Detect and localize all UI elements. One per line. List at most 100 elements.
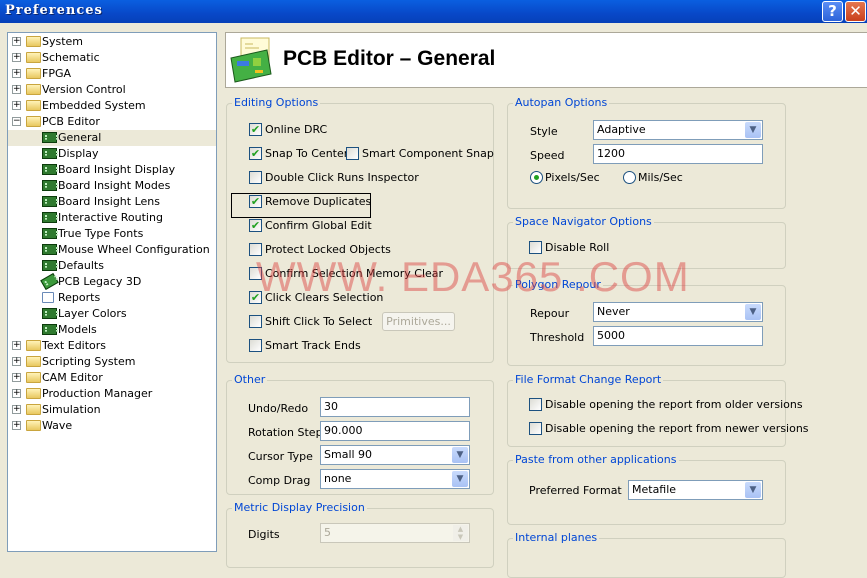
tree-item[interactable]: + FPGA xyxy=(8,66,216,82)
expand-icon[interactable]: + xyxy=(12,69,21,78)
checkbox-confirm-selection-memory-clear[interactable]: Confirm Selection Memory Clear xyxy=(249,267,443,281)
highlight-annotation xyxy=(231,193,371,218)
checkbox-label: Snap To Center xyxy=(265,147,349,160)
help-button[interactable]: ? xyxy=(822,1,843,22)
tree-item[interactable]: Display xyxy=(8,146,216,162)
checkbox-confirm-global-edit[interactable]: ✔ Confirm Global Edit xyxy=(249,219,372,233)
radio-selected-icon[interactable] xyxy=(530,171,543,184)
comp-drag-select[interactable]: none ▼ xyxy=(320,469,470,489)
speed-input[interactable]: 1200 xyxy=(593,144,763,164)
tree-item[interactable]: + Schematic xyxy=(8,50,216,66)
tree-item[interactable]: PCB Legacy 3D xyxy=(8,272,216,291)
rotation-label: Rotation Step xyxy=(248,426,323,439)
tree-item[interactable]: + Simulation xyxy=(8,402,216,418)
expand-icon[interactable]: + xyxy=(12,389,21,398)
rotation-input[interactable]: 90.000 xyxy=(320,421,470,441)
radio-mils-sec[interactable]: Mils/Sec xyxy=(623,171,683,185)
tree-item[interactable]: Layer Colors xyxy=(8,306,216,322)
preferred-format-label: Preferred Format xyxy=(529,484,622,497)
checkbox-checked-icon[interactable]: ✔ xyxy=(249,123,262,136)
tree-item[interactable]: + Text Editors xyxy=(8,338,216,354)
tree-item[interactable]: Board Insight Modes xyxy=(8,178,216,194)
disable-roll-checkbox[interactable]: Disable Roll xyxy=(529,241,609,255)
radio-pixels-sec[interactable]: Pixels/Sec xyxy=(530,171,600,185)
chevron-down-icon[interactable]: ▼ xyxy=(745,482,761,498)
checkbox-icon[interactable] xyxy=(249,315,262,328)
expand-icon[interactable]: + xyxy=(12,373,21,382)
checkbox-label: Protect Locked Objects xyxy=(265,243,391,256)
checkbox-checked-icon[interactable]: ✔ xyxy=(249,219,262,232)
checkbox-icon[interactable] xyxy=(249,171,262,184)
tree-item[interactable]: + Production Manager xyxy=(8,386,216,402)
checkbox-icon[interactable] xyxy=(249,339,262,352)
expand-icon[interactable]: + xyxy=(12,37,21,46)
pcb-document-icon xyxy=(42,132,58,143)
chevron-down-icon[interactable]: ▼ xyxy=(452,447,468,463)
tree-item[interactable]: True Type Fonts xyxy=(8,226,216,242)
tree-item[interactable]: + Wave xyxy=(8,418,216,434)
checkbox-click-clears-selection[interactable]: ✔ Click Clears Selection xyxy=(249,291,383,305)
tree-item[interactable]: General xyxy=(8,130,216,146)
style-select[interactable]: Adaptive ▼ xyxy=(593,120,763,140)
expand-icon[interactable]: + xyxy=(12,85,21,94)
speed-label: Speed xyxy=(530,149,565,162)
collapse-icon[interactable]: − xyxy=(12,117,21,126)
checkbox-smart-component-snap[interactable]: Smart Component Snap xyxy=(346,147,494,161)
checkbox-icon[interactable] xyxy=(529,422,542,435)
checkbox-smart-track-ends[interactable]: Smart Track Ends xyxy=(249,339,361,353)
checkbox-double-click-runs-inspector[interactable]: Double Click Runs Inspector xyxy=(249,171,419,185)
tree-item[interactable]: Reports xyxy=(8,290,216,306)
checkbox-icon[interactable] xyxy=(346,147,359,160)
checkbox-online-drc[interactable]: ✔ Online DRC xyxy=(249,123,327,137)
tree-item[interactable]: Board Insight Display xyxy=(8,162,216,178)
undo-input[interactable]: 30 xyxy=(320,397,470,417)
preferences-tree[interactable]: + System + Schematic + FPGA + Version Control + E… xyxy=(7,32,217,552)
chevron-down-icon[interactable]: ▼ xyxy=(452,471,468,487)
tree-item[interactable]: + Embedded System xyxy=(8,98,216,114)
checkbox-shift-click-to-select[interactable]: Shift Click To Select xyxy=(249,315,372,329)
checkbox-snap-to-center[interactable]: ✔ Snap To Center xyxy=(249,147,348,161)
pcb-document-icon xyxy=(42,164,58,175)
close-button[interactable]: ✕ xyxy=(845,1,866,22)
chevron-down-icon[interactable]: ▼ xyxy=(745,122,761,138)
preferred-format-select[interactable]: Metafile ▼ xyxy=(628,480,763,500)
checkbox-checked-icon[interactable]: ✔ xyxy=(249,147,262,160)
checkbox-label: Confirm Selection Memory Clear xyxy=(265,267,444,280)
checkbox-icon[interactable] xyxy=(249,267,262,280)
pcb-editor-icon xyxy=(230,37,272,83)
tree-item[interactable]: Interactive Routing xyxy=(8,210,216,226)
expand-icon[interactable]: + xyxy=(12,357,21,366)
tree-item[interactable]: − PCB Editor xyxy=(8,114,216,130)
expand-icon[interactable]: + xyxy=(12,53,21,62)
checkbox-label: Online DRC xyxy=(265,123,328,136)
disable-newer-label: Disable opening the report from newer ve… xyxy=(545,422,809,435)
threshold-input[interactable]: 5000 xyxy=(593,326,763,346)
metric-title: Metric Display Precision xyxy=(232,501,367,514)
tree-item[interactable]: Models xyxy=(8,322,216,338)
tree-item[interactable]: Board Insight Lens xyxy=(8,194,216,210)
tree-item[interactable]: Mouse Wheel Configuration xyxy=(8,242,216,258)
expand-icon[interactable]: + xyxy=(12,101,21,110)
checkbox-icon[interactable] xyxy=(249,243,262,256)
tree-item[interactable]: + System xyxy=(8,34,216,50)
tree-item[interactable]: + Version Control xyxy=(8,82,216,98)
expand-icon[interactable]: + xyxy=(12,405,21,414)
cursor-select[interactable]: Small 90 ▼ xyxy=(320,445,470,465)
internal-planes-title: Internal planes xyxy=(513,531,600,544)
tree-item[interactable]: Defaults xyxy=(8,258,216,274)
checkbox-checked-icon[interactable]: ✔ xyxy=(249,291,262,304)
expand-icon[interactable]: + xyxy=(12,421,21,430)
disable-newer-checkbox[interactable]: Disable opening the report from newer ve… xyxy=(529,422,809,436)
primitives-button[interactable]: Primitives... xyxy=(382,312,455,331)
disable-older-checkbox[interactable]: Disable opening the report from older ve… xyxy=(529,398,803,412)
repour-select[interactable]: Never ▼ xyxy=(593,302,763,322)
chevron-down-icon[interactable]: ▼ xyxy=(745,304,761,320)
radio-icon[interactable] xyxy=(623,171,636,184)
tree-item[interactable]: + Scripting System xyxy=(8,354,216,370)
tree-item-label: FPGA xyxy=(42,67,72,80)
checkbox-protect-locked-objects[interactable]: Protect Locked Objects xyxy=(249,243,391,257)
checkbox-icon[interactable] xyxy=(529,398,542,411)
checkbox-icon[interactable] xyxy=(529,241,542,254)
tree-item[interactable]: + CAM Editor xyxy=(8,370,216,386)
expand-icon[interactable]: + xyxy=(12,341,21,350)
